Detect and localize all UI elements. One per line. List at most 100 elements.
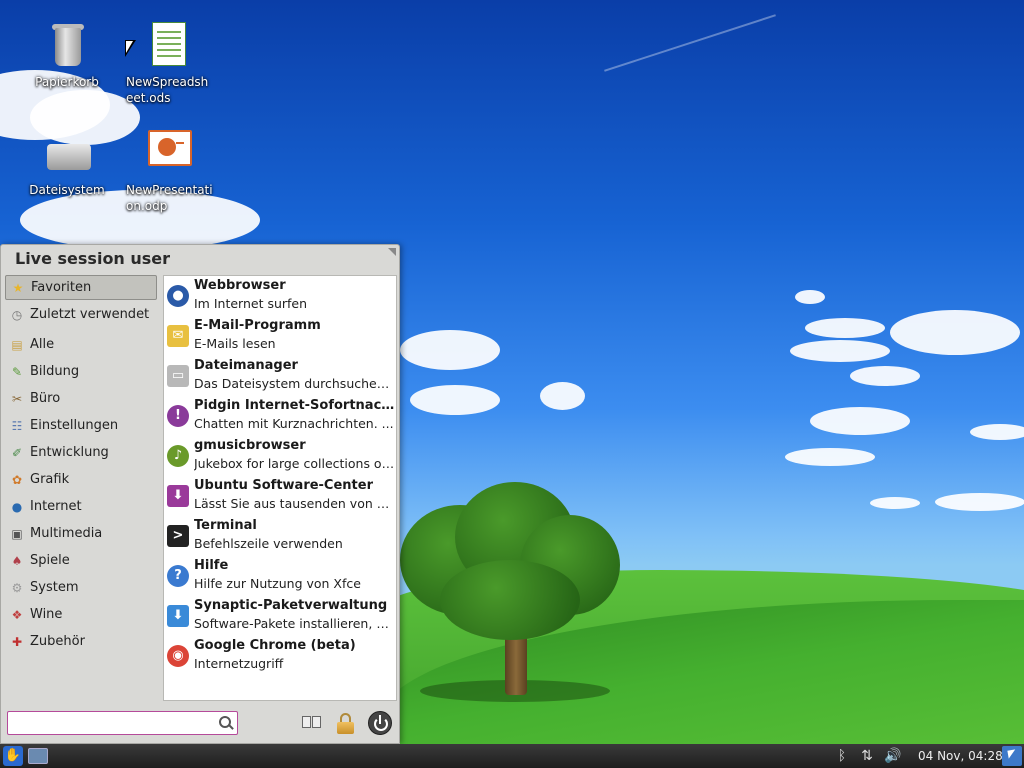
app-item[interactable]: ⬇ Synaptic-Paketverwaltung Software-Pakete… bbox=[164, 596, 396, 636]
app-item[interactable]: ⬇ Ubuntu Software-Center Lässt Sie aus tau… bbox=[164, 476, 396, 516]
drive-icon bbox=[47, 130, 91, 176]
desktop-icon-label: NewSpreadsheet.ods bbox=[126, 75, 209, 105]
category-item[interactable]: ✎ Bildung bbox=[5, 358, 157, 385]
power-button[interactable] bbox=[368, 711, 392, 735]
search-input[interactable] bbox=[7, 711, 238, 735]
app-description: Befehlszeile verwenden bbox=[194, 536, 343, 551]
mail-icon: ✉ bbox=[167, 325, 189, 347]
category-label: Entwicklung bbox=[30, 445, 109, 460]
menu-username: Live session user bbox=[15, 249, 171, 268]
app-item[interactable]: ▭ Dateimanager Das Dateisystem durchsuchen… bbox=[164, 356, 396, 396]
app-name: Pidgin Internet-Sofortnachri... bbox=[194, 398, 396, 413]
action-buttons[interactable] bbox=[1002, 746, 1022, 766]
clock[interactable]: 04 Nov, 04:28 bbox=[918, 744, 1003, 768]
cloud bbox=[790, 340, 890, 362]
cloud bbox=[870, 497, 920, 509]
desktop-icon-presentation[interactable]: NewPresentation.odp bbox=[122, 130, 222, 214]
category-item[interactable]: ★ Favoriten bbox=[5, 275, 157, 300]
cloud bbox=[805, 318, 885, 338]
category-label: Bildung bbox=[30, 364, 80, 379]
chrome-icon: ◉ bbox=[167, 645, 189, 667]
desktop-icon-trash[interactable]: Papierkorb bbox=[19, 22, 115, 90]
category-label: Multimedia bbox=[30, 526, 103, 541]
app-description: Lässt Sie aus tausenden von An... bbox=[194, 496, 396, 511]
category-item[interactable]: ● Internet bbox=[5, 493, 157, 520]
category-item[interactable]: ❖ Wine bbox=[5, 601, 157, 628]
mouse-pointer bbox=[125, 40, 136, 57]
category-item[interactable]: ◷ Zuletzt verwendet bbox=[5, 301, 157, 328]
music-icon: ♪ bbox=[167, 445, 189, 467]
category-label: Spiele bbox=[30, 553, 70, 568]
sky-streak bbox=[604, 14, 776, 72]
desktop-icon-filesystem[interactable]: Dateisystem bbox=[19, 130, 115, 198]
office-icon: ✂ bbox=[11, 391, 23, 406]
desktop-icon-label: NewPresentation.odp bbox=[126, 183, 213, 213]
app-item[interactable]: ● Webbrowser Im Internet surfen bbox=[164, 276, 396, 316]
category-label: Grafik bbox=[30, 472, 70, 487]
category-item[interactable]: ☷ Einstellungen bbox=[5, 412, 157, 439]
desktop-icon-spreadsheet[interactable]: NewSpreadsheet.ods bbox=[122, 22, 222, 106]
applications-menu: Live session user ★ Favoriten ◷ Zuletzt ver… bbox=[0, 244, 400, 744]
app-name: Dateimanager bbox=[194, 358, 298, 373]
software-center-icon: ⬇ bbox=[167, 485, 189, 507]
cloud bbox=[850, 366, 920, 386]
app-description: Das Dateisystem durchsuchen, ... bbox=[194, 376, 396, 391]
menu-resize-handle[interactable] bbox=[388, 248, 396, 256]
category-item[interactable]: ♠ Spiele bbox=[5, 547, 157, 574]
lock-screen-button[interactable] bbox=[334, 711, 358, 735]
system-icon: ⚙ bbox=[11, 580, 23, 595]
show-desktop-button[interactable] bbox=[28, 748, 48, 764]
category-item[interactable]: ▣ Multimedia bbox=[5, 520, 157, 547]
cloud bbox=[795, 290, 825, 304]
trash-icon bbox=[47, 22, 87, 68]
cloud bbox=[970, 424, 1024, 440]
app-name: Synaptic-Paketverwaltung bbox=[194, 598, 388, 613]
app-item[interactable]: ! Pidgin Internet-Sofortnachri... Chatten … bbox=[164, 396, 396, 436]
category-label: Zuletzt verwendet bbox=[30, 307, 150, 322]
category-label: Büro bbox=[30, 391, 61, 406]
category-label: Favoriten bbox=[31, 280, 92, 295]
app-name: E-Mail-Programm bbox=[194, 318, 321, 333]
app-item[interactable]: ? Hilfe Hilfe zur Nutzung von Xfce bbox=[164, 556, 396, 596]
app-description: Jukebox for large collections of ... bbox=[194, 456, 396, 471]
app-item[interactable]: > Terminal Befehlszeile verwenden bbox=[164, 516, 396, 556]
category-item[interactable]: ⚙ System bbox=[5, 574, 157, 601]
synaptic-icon: ⬇ bbox=[167, 605, 189, 627]
volume-icon[interactable]: 🔊 bbox=[884, 747, 902, 765]
category-item[interactable]: ✂ Büro bbox=[5, 385, 157, 412]
network-icon[interactable]: ⇅ bbox=[858, 747, 876, 765]
star-icon: ★ bbox=[12, 280, 24, 295]
category-label: System bbox=[30, 580, 79, 595]
app-description: E-Mails lesen bbox=[194, 336, 276, 351]
app-item[interactable]: ✉ E-Mail-Programm E-Mails lesen bbox=[164, 316, 396, 356]
pidgin-icon: ! bbox=[167, 405, 189, 427]
category-label: Alle bbox=[30, 337, 55, 352]
app-description: Internetzugriff bbox=[194, 656, 284, 671]
globe-icon: ● bbox=[167, 285, 189, 307]
category-item[interactable]: ✚ Zubehör bbox=[5, 628, 157, 655]
category-item[interactable]: ✐ Entwicklung bbox=[5, 439, 157, 466]
help-icon: ? bbox=[167, 565, 189, 587]
development-icon: ✐ bbox=[11, 445, 23, 460]
app-name: Google Chrome (beta) bbox=[194, 638, 356, 653]
app-item[interactable]: ♪ gmusicbrowser Jukebox for large collecti… bbox=[164, 436, 396, 476]
app-name: gmusicbrowser bbox=[194, 438, 306, 453]
cloud bbox=[810, 407, 910, 435]
category-item[interactable]: ▤ Alle bbox=[5, 331, 157, 358]
cloud bbox=[540, 382, 585, 410]
tree-crown bbox=[440, 560, 580, 640]
cloud bbox=[890, 310, 1020, 355]
bluetooth-icon[interactable]: ᛒ bbox=[833, 747, 851, 765]
whisker-menu-button[interactable]: ✋ bbox=[3, 746, 23, 766]
desktop-icon-label: Papierkorb bbox=[35, 75, 99, 89]
category-item[interactable]: ✿ Grafik bbox=[5, 466, 157, 493]
cloud bbox=[785, 448, 875, 466]
switch-user-button[interactable] bbox=[300, 711, 324, 735]
app-list: ● Webbrowser Im Internet surfen ✉ E-Mail-Pro… bbox=[163, 275, 397, 701]
globe-icon: ● bbox=[11, 499, 23, 514]
app-item[interactable]: ◉ Google Chrome (beta) Internetzugriff bbox=[164, 636, 396, 676]
category-list: ★ Favoriten ◷ Zuletzt verwendet ▤ Alle ✎ Bildun… bbox=[5, 275, 157, 655]
games-icon: ♠ bbox=[11, 553, 23, 568]
presentation-file-icon bbox=[148, 130, 192, 176]
education-icon: ✎ bbox=[11, 364, 23, 379]
